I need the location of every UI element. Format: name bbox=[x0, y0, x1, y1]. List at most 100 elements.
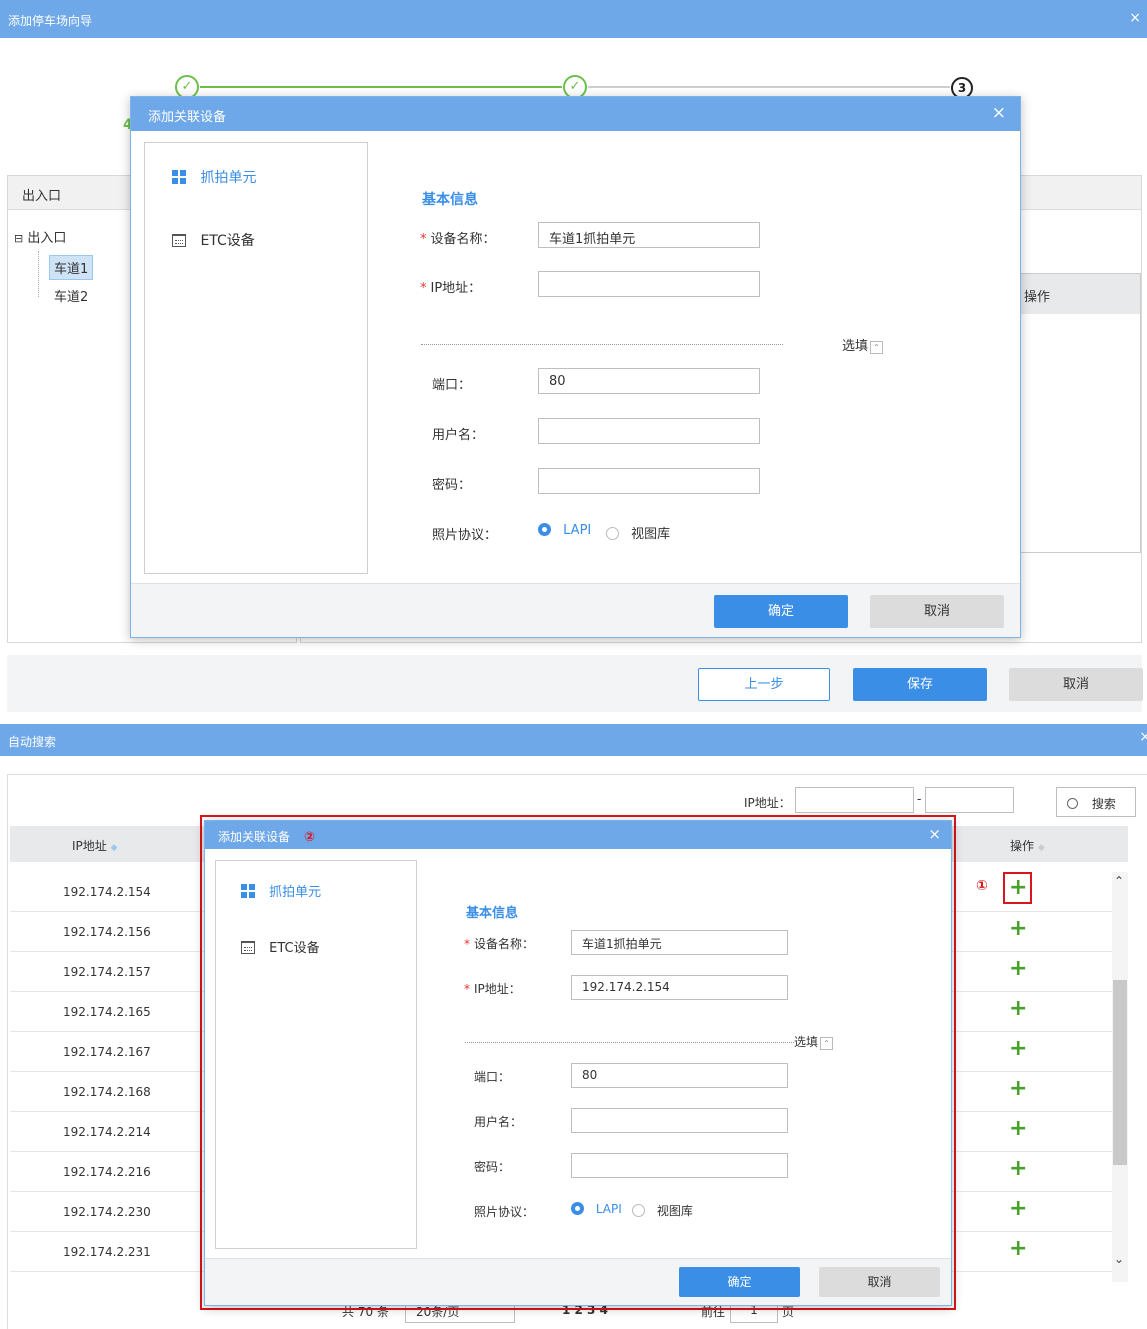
radio-unchecked-icon[interactable] bbox=[632, 1204, 645, 1217]
photo-protocol-label: 照片协议： bbox=[432, 528, 498, 543]
device-type-capture-unit-2[interactable]: 抓拍单元 bbox=[241, 881, 321, 900]
modal2-ok-button[interactable]: 确定 bbox=[679, 1267, 800, 1297]
modal2-close-icon[interactable]: × bbox=[928, 825, 941, 843]
tree-connector bbox=[38, 251, 52, 297]
ip-address-input[interactable] bbox=[538, 271, 760, 297]
ip-address-label: * IP地址： bbox=[420, 281, 482, 296]
scroll-up-icon[interactable]: ⌃ bbox=[1114, 874, 1124, 888]
add-device-plus-icon[interactable]: + bbox=[1009, 1118, 1027, 1140]
add-device-plus-icon[interactable]: + bbox=[1009, 1198, 1027, 1220]
ip-range-start-input[interactable] bbox=[795, 787, 914, 813]
modal2-title: 添加关联设备 bbox=[218, 830, 291, 844]
modal2-title-bar: 添加关联设备 ② bbox=[205, 821, 951, 849]
scrollbar-thumb[interactable] bbox=[1113, 980, 1127, 1165]
ip-cell: 192.174.2.156 bbox=[63, 925, 151, 939]
modal-title-bar: 添加关联设备 bbox=[131, 97, 1020, 131]
protocol-viewlib-radio-2[interactable]: 视图库 bbox=[632, 1202, 693, 1219]
ip-cell: 192.174.2.216 bbox=[63, 1165, 151, 1179]
tree-item-lane2[interactable]: 车道2 bbox=[54, 286, 88, 305]
wizard-cancel-button[interactable]: 取消 bbox=[1009, 668, 1143, 701]
collapse-icon[interactable]: ⌃ bbox=[870, 341, 884, 354]
optional-toggle-2[interactable]: 选填 ⌃ bbox=[794, 1033, 834, 1050]
protocol-viewlib-radio[interactable]: 视图库 bbox=[606, 523, 670, 542]
tree-root[interactable]: ⊟ 出入口 bbox=[14, 227, 66, 246]
step-line-1 bbox=[200, 86, 562, 88]
tree-item-lane1[interactable]: 车道1 bbox=[49, 255, 94, 280]
device-name-label-2: * 设备名称： bbox=[464, 937, 535, 951]
add-device-plus-icon[interactable]: + bbox=[1009, 1038, 1027, 1060]
add-device-plus-icon[interactable]: + bbox=[1009, 958, 1027, 980]
radio-unchecked-icon[interactable] bbox=[606, 527, 619, 540]
collapse-icon[interactable]: ⌃ bbox=[820, 1037, 834, 1050]
wizard-title: 添加停车场向导 bbox=[8, 14, 93, 28]
save-button[interactable]: 保存 bbox=[853, 668, 987, 701]
col-operation: 操作 bbox=[1024, 290, 1051, 305]
ip-range-end-input[interactable] bbox=[925, 787, 1014, 813]
col-op[interactable]: 操作 ◆ bbox=[1010, 837, 1045, 854]
modal-close-icon[interactable]: × bbox=[992, 103, 1006, 123]
prev-step-button[interactable]: 上一步 bbox=[698, 668, 830, 701]
search-title-bar: 自动搜索 bbox=[0, 724, 1147, 756]
password-label: 密码： bbox=[432, 478, 472, 493]
ip-cell: 192.174.2.168 bbox=[63, 1085, 151, 1099]
ip-range-separator: - bbox=[917, 792, 922, 806]
password-label-2: 密码： bbox=[474, 1160, 511, 1174]
wizard-close-icon[interactable]: × bbox=[1129, 10, 1141, 26]
optional-toggle[interactable]: 选填 ⌃ bbox=[842, 335, 884, 354]
add-device-modal-2: 添加关联设备 ② × 抓拍单元 ETC设备 基本信息 * 设备名称： 车道1抓拍单… bbox=[204, 820, 952, 1306]
add-device-plus-icon[interactable]: + bbox=[1009, 1238, 1027, 1260]
col-ip-address[interactable]: IP地址 ◆ bbox=[72, 837, 118, 854]
search-icon bbox=[1067, 798, 1078, 809]
port-input[interactable]: 80 bbox=[538, 368, 760, 394]
port-label-2: 端口： bbox=[474, 1070, 511, 1084]
username-input[interactable] bbox=[538, 418, 760, 444]
ip-cell: 192.174.2.154 bbox=[63, 885, 151, 899]
ip-range-label: IP地址： bbox=[744, 796, 791, 810]
search-button[interactable]: 搜索 bbox=[1056, 787, 1136, 817]
ip-cell: 192.174.2.167 bbox=[63, 1045, 151, 1059]
ip-cell: 192.174.2.231 bbox=[63, 1245, 151, 1259]
device-name-input[interactable]: 车道1抓拍单元 bbox=[538, 222, 760, 248]
add-device-plus-icon[interactable]: + bbox=[1009, 1158, 1027, 1180]
tree-expand-icon[interactable]: ⊟ bbox=[14, 232, 23, 245]
password-input[interactable] bbox=[538, 468, 760, 494]
modal-title: 添加关联设备 bbox=[148, 110, 227, 125]
device-type-etc-2[interactable]: ETC设备 bbox=[241, 937, 320, 956]
device-name-label: * 设备名称： bbox=[420, 232, 496, 247]
device-type-list: 抓拍单元 ETC设备 bbox=[144, 142, 368, 574]
photo-protocol-label-2: 照片协议： bbox=[474, 1205, 535, 1219]
search-title: 自动搜索 bbox=[8, 735, 57, 749]
username-input-2[interactable] bbox=[571, 1108, 788, 1133]
device-name-input-2[interactable]: 车道1抓拍单元 bbox=[571, 930, 788, 955]
modal2-cancel-button[interactable]: 取消 bbox=[819, 1267, 940, 1297]
ip-address-label-2: * IP地址： bbox=[464, 982, 521, 996]
ip-cell: 192.174.2.230 bbox=[63, 1205, 151, 1219]
grid-icon bbox=[172, 170, 186, 184]
protocol-lapi-radio[interactable]: LAPI bbox=[538, 523, 591, 538]
search-close-icon[interactable]: × bbox=[1139, 729, 1147, 745]
device-type-etc[interactable]: ETC设备 bbox=[172, 230, 255, 250]
username-label: 用户名： bbox=[432, 428, 485, 443]
add-device-plus-icon[interactable]: + bbox=[1009, 998, 1027, 1020]
add-device-plus-icon[interactable]: + bbox=[1009, 918, 1027, 940]
password-input-2[interactable] bbox=[571, 1153, 788, 1178]
protocol-lapi-radio-2[interactable]: LAPI bbox=[571, 1202, 622, 1216]
port-input-2[interactable]: 80 bbox=[571, 1063, 788, 1088]
add-device-plus-icon[interactable]: + bbox=[1009, 1078, 1027, 1100]
optional-divider bbox=[421, 344, 783, 345]
scroll-down-icon[interactable]: ⌄ bbox=[1114, 1252, 1124, 1266]
grid-icon bbox=[241, 884, 255, 898]
calendar-icon bbox=[241, 941, 255, 954]
ip-cell: 192.174.2.157 bbox=[63, 965, 151, 979]
device-type-capture-unit[interactable]: 抓拍单元 bbox=[172, 167, 256, 187]
callout-2: ② bbox=[303, 830, 315, 845]
ip-address-input-2[interactable]: 192.174.2.154 bbox=[571, 975, 788, 1000]
add-device-plus-icon[interactable]: + bbox=[1009, 877, 1027, 899]
radio-checked-icon[interactable] bbox=[571, 1202, 584, 1215]
modal-cancel-button[interactable]: 取消 bbox=[870, 595, 1004, 628]
ip-cell: 192.174.2.214 bbox=[63, 1125, 151, 1139]
basic-info-title: 基本信息 bbox=[422, 192, 478, 208]
modal-ok-button[interactable]: 确定 bbox=[714, 595, 848, 628]
device-type-list-2: 抓拍单元 ETC设备 bbox=[215, 860, 417, 1249]
radio-checked-icon[interactable] bbox=[538, 523, 551, 536]
